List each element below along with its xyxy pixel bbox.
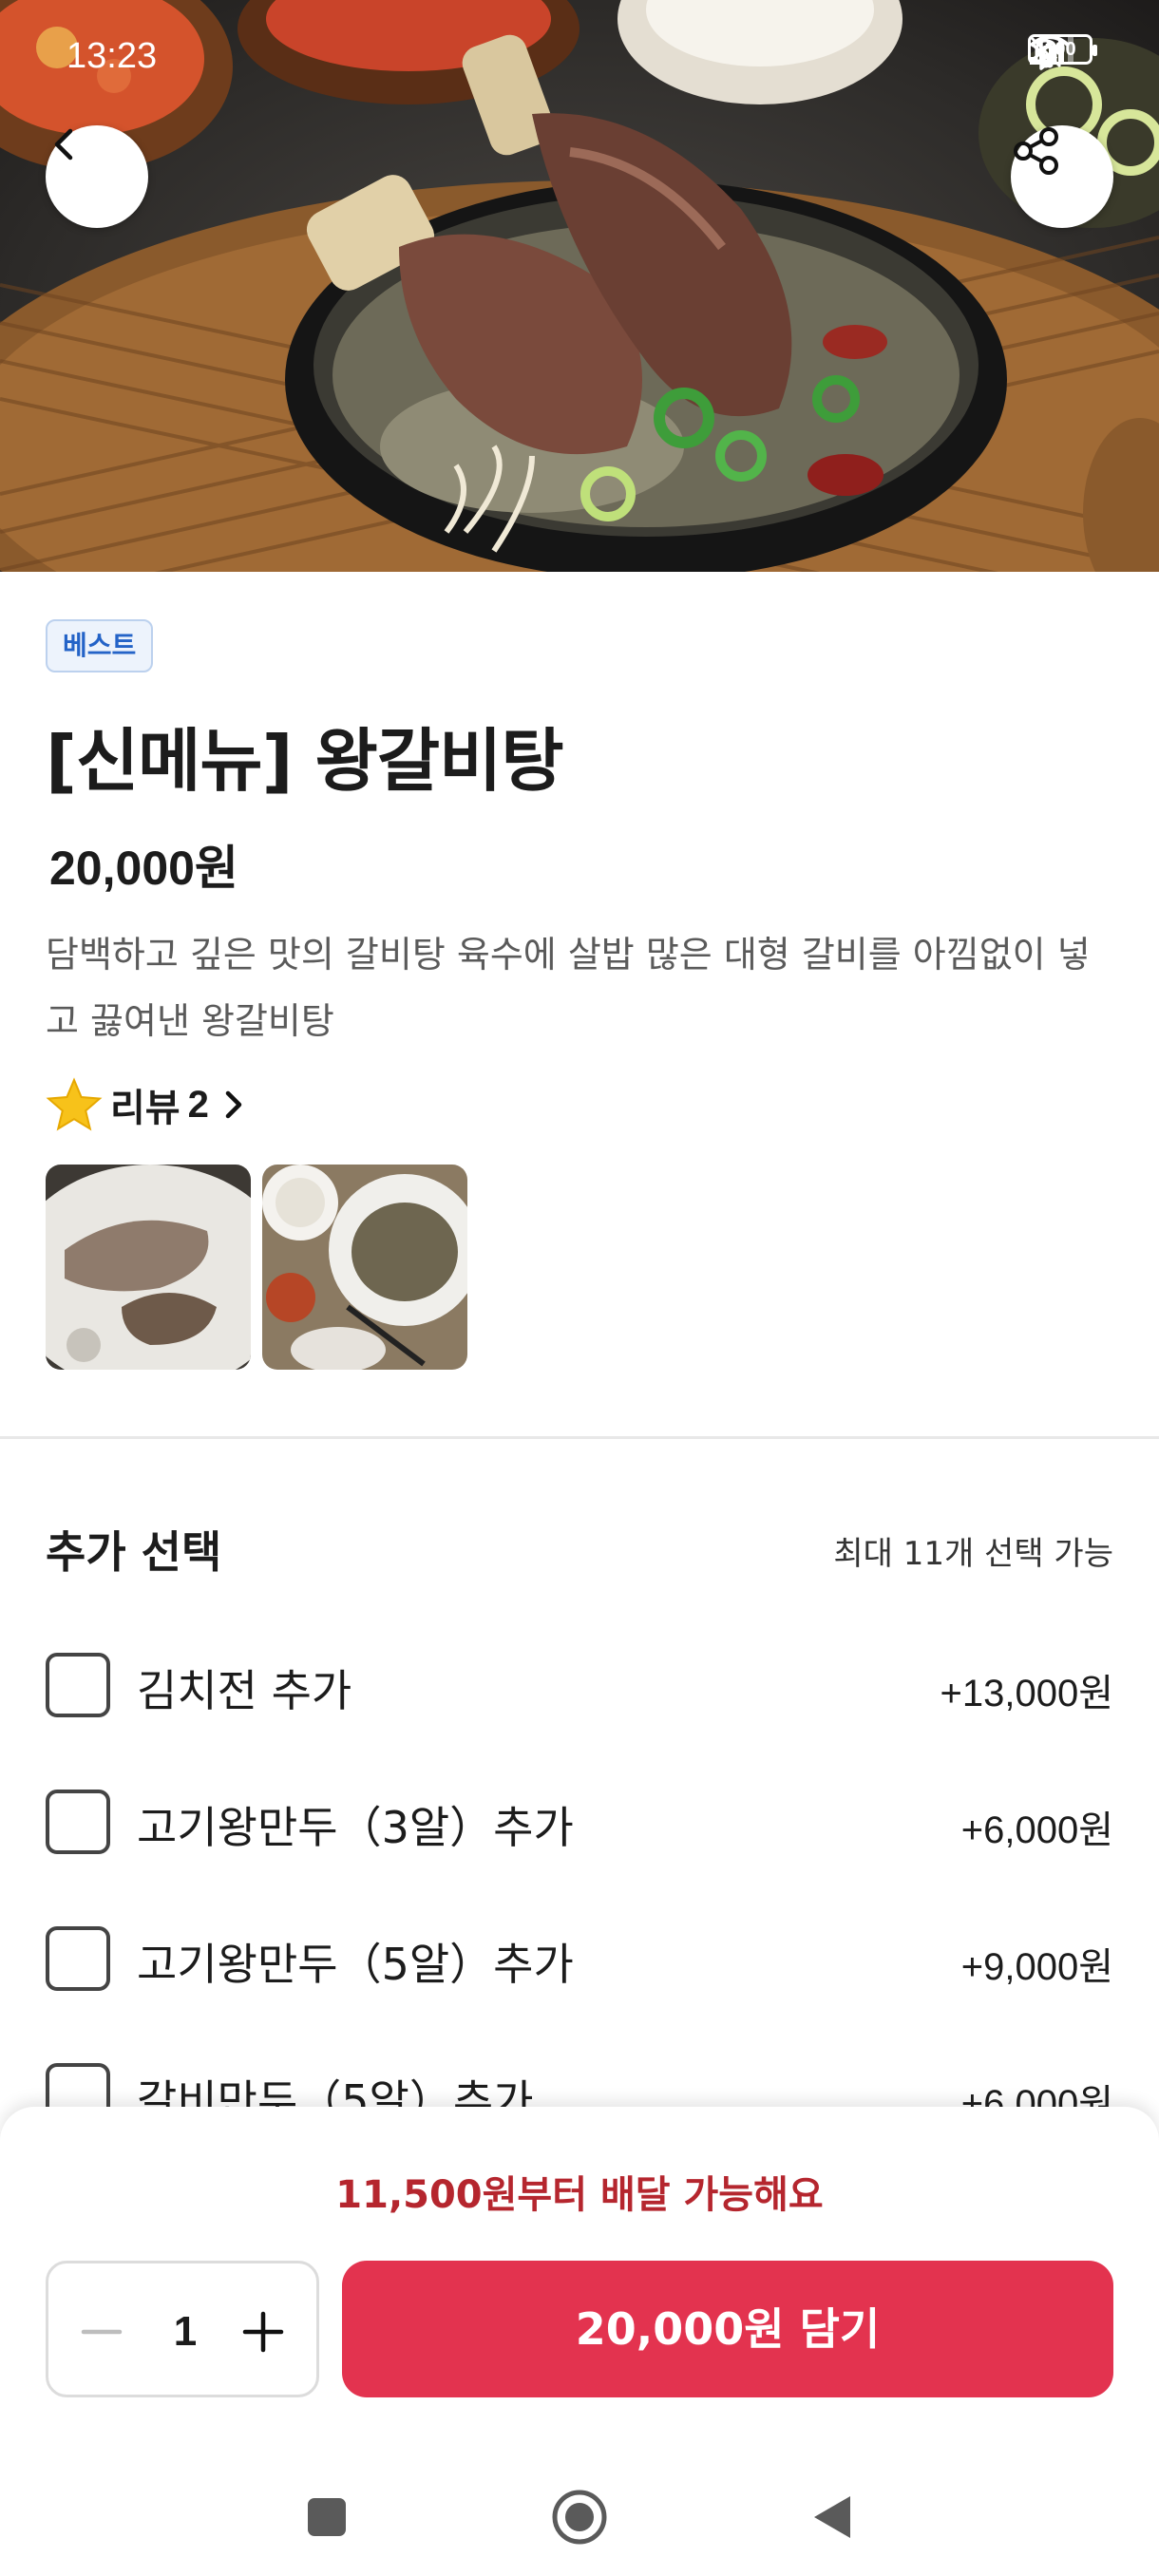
options-limit: 최대 11개 선택 가능 <box>833 1535 1113 1573</box>
option-name: 고기왕만두（5알）추가 <box>137 1939 574 1990</box>
option-checkbox[interactable] <box>46 1790 110 1854</box>
increase-quantity-button[interactable] <box>235 2303 292 2360</box>
back-button[interactable] <box>46 125 148 228</box>
review-link[interactable]: 리뷰 2 <box>46 1077 249 1132</box>
options-title: 추가 선택 <box>46 1526 222 1578</box>
option-item[interactable]: 김치전 추가 +13,000원 <box>46 1653 1113 1790</box>
section-divider <box>0 1436 1159 1439</box>
menu-description: 담백하고 깊은 맛의 갈비탕 육수에 살밥 많은 대형 갈비를 아낌없이 넣고 … <box>46 934 1091 1042</box>
chevron-right-icon <box>225 1090 242 1119</box>
star-icon <box>46 1077 103 1131</box>
menu-price: 20,000원 <box>49 842 238 895</box>
circle-icon <box>552 2490 607 2545</box>
recents-button[interactable] <box>289 2479 365 2555</box>
review-photos <box>46 1165 467 1370</box>
option-name: 고기왕만두（3알）추가 <box>137 1802 574 1853</box>
battery-icon: 100 <box>1028 34 1097 65</box>
chevron-left-icon <box>54 128 73 161</box>
review-photo-image <box>262 1165 467 1370</box>
review-label: 리뷰 <box>110 1087 180 1130</box>
status-icons: 100 <box>1028 34 1097 70</box>
min-order-notice: 11,500원부터 배달 가능해요 <box>335 2173 824 2217</box>
quantity-stepper: 1 <box>46 2261 319 2397</box>
system-nav-bar <box>0 2451 1159 2576</box>
option-price: +13,000원 <box>940 1673 1113 1714</box>
back-nav-button[interactable] <box>794 2479 870 2555</box>
square-icon <box>308 2498 346 2536</box>
option-price: +9,000원 <box>960 1946 1113 1988</box>
triangle-back-icon <box>814 2496 850 2538</box>
menu-title: [신메뉴] 왕갈비탕 <box>46 721 564 801</box>
menu-hero-image: 13:23 100 <box>0 0 1159 572</box>
review-photo-2[interactable] <box>262 1165 467 1370</box>
option-item[interactable]: 고기왕만두（3알）추가 +6,000원 <box>46 1790 1113 1926</box>
review-photo-image <box>46 1165 251 1370</box>
menu-detail-screen: 13:23 100 베스트 [신메뉴] 왕갈비탕 20,000원 담백하고 깊은… <box>0 0 1159 2576</box>
review-count: 2 <box>187 1083 209 1126</box>
share-icon <box>1014 127 1058 175</box>
option-price: +6,000원 <box>960 1809 1113 1851</box>
status-bar: 13:23 100 <box>0 0 1159 104</box>
review-photo-1[interactable] <box>46 1165 251 1370</box>
option-item[interactable]: 고기왕만두（5알）추가 +9,000원 <box>46 1926 1113 2063</box>
add-to-cart-button[interactable]: 20,000원 담기 <box>342 2261 1113 2397</box>
plus-icon <box>242 2311 284 2353</box>
status-time: 13:23 <box>66 36 158 76</box>
option-checkbox[interactable] <box>46 1926 110 1991</box>
option-checkbox[interactable] <box>46 1653 110 1717</box>
share-button[interactable] <box>1011 125 1113 228</box>
best-badge: 베스트 <box>46 619 154 672</box>
home-button[interactable] <box>542 2479 618 2555</box>
option-name: 김치전 추가 <box>137 1665 352 1716</box>
